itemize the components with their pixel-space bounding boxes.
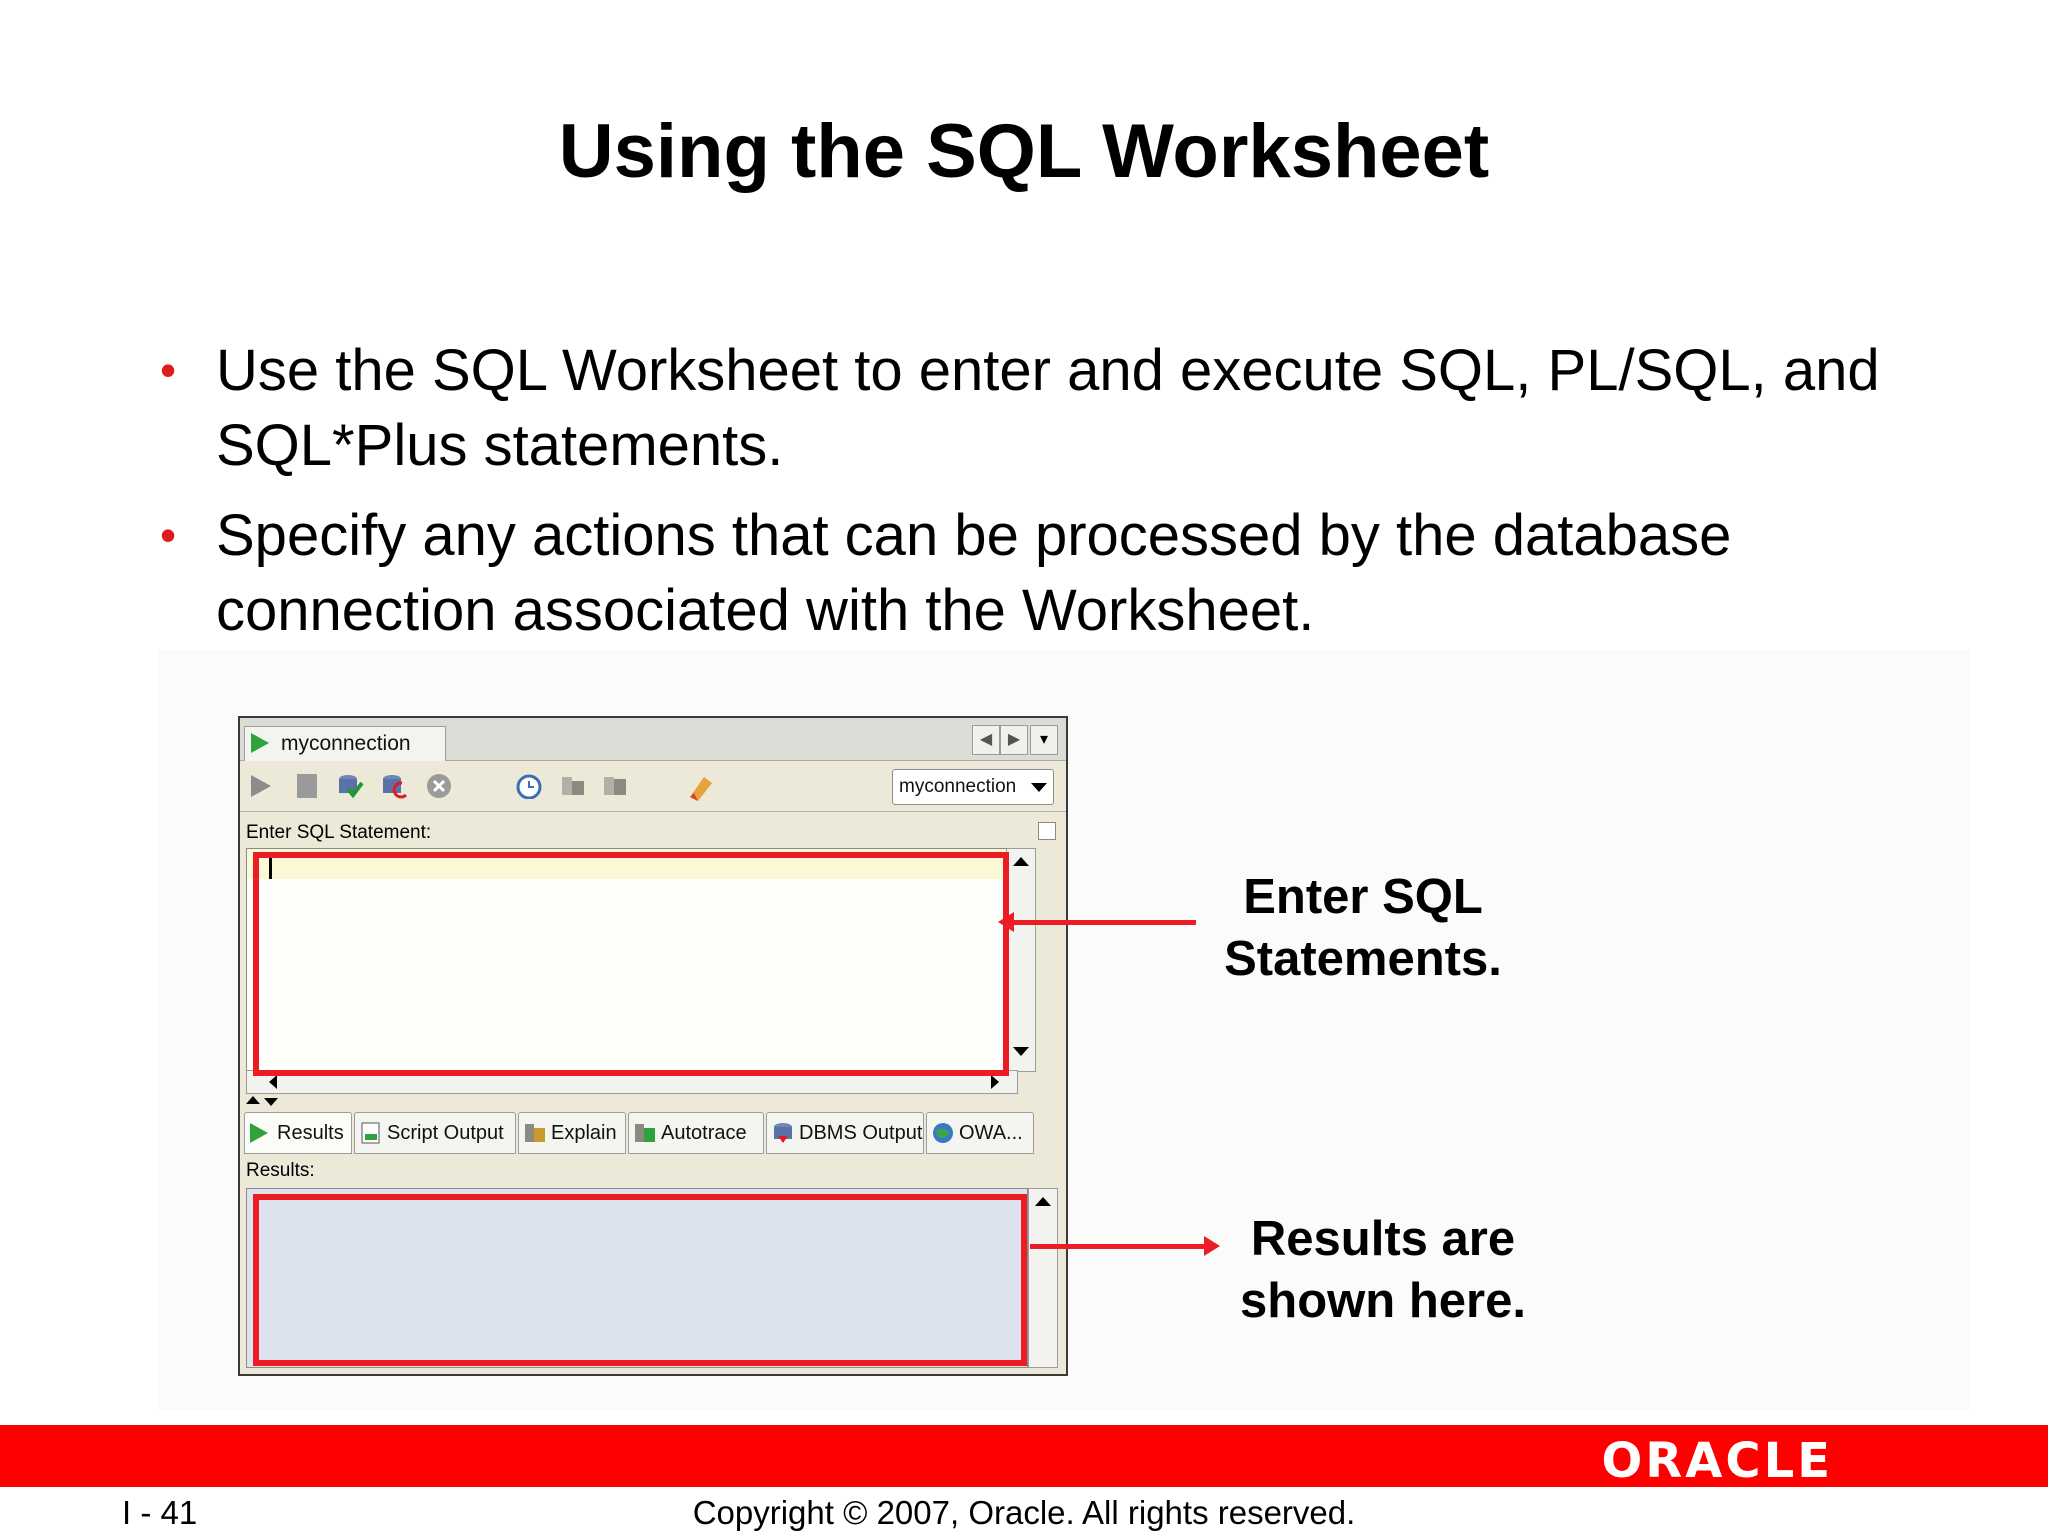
connection-select[interactable]: myconnection xyxy=(892,769,1054,805)
tab-menu-button[interactable]: ▾ xyxy=(1030,725,1058,755)
results-label: Results: xyxy=(246,1160,315,1181)
worksheet-toolbar: myconnection xyxy=(240,761,1066,812)
explain-icon xyxy=(525,1124,545,1142)
tab-label: Autotrace xyxy=(661,1122,747,1144)
tab-label: Explain xyxy=(551,1122,617,1144)
sql-editor-vertical-scrollbar[interactable] xyxy=(1006,848,1036,1072)
results-callout-text: Results are shown here. xyxy=(1240,1212,1526,1328)
tab-label: Results xyxy=(277,1122,344,1144)
oracle-logo: ORACLE xyxy=(1601,1433,1833,1489)
results-tab-strip: Results Script Output Explain Autotrace … xyxy=(244,1112,1062,1156)
sql-statement-checkbox[interactable] xyxy=(1038,822,1056,840)
worksheet-tab-bar: myconnection ◀ ▶ ▾ xyxy=(240,718,1066,761)
footer-bar: ORACLE xyxy=(0,1425,2048,1489)
bullet-item: • Use the SQL Worksheet to enter and exe… xyxy=(160,333,1920,483)
prev-tab-button[interactable]: ◀ xyxy=(972,725,1000,755)
expand-down-icon[interactable] xyxy=(264,1098,278,1106)
run-script-icon[interactable] xyxy=(294,773,320,799)
scroll-right-icon[interactable] xyxy=(991,1075,999,1089)
bullet-dot: • xyxy=(160,344,177,396)
sql-history-icon[interactable] xyxy=(516,773,542,800)
explain-plan-icon[interactable] xyxy=(560,773,586,799)
scroll-left-icon[interactable] xyxy=(269,1075,277,1089)
play-icon xyxy=(251,733,269,753)
bullet-text: Specify any actions that can be processe… xyxy=(216,503,1732,643)
scroll-up-icon[interactable] xyxy=(1013,857,1029,866)
next-tab-button[interactable]: ▶ xyxy=(1000,725,1028,755)
tab-label: Script Output xyxy=(387,1122,504,1144)
scroll-up-icon[interactable] xyxy=(1035,1197,1051,1206)
slide-title: Using the SQL Worksheet xyxy=(558,109,1490,194)
scroll-down-icon[interactable] xyxy=(1013,1047,1029,1056)
sql-area-highlight xyxy=(253,852,1009,1076)
results-area-highlight xyxy=(253,1194,1027,1366)
arrow-left-icon xyxy=(998,912,1014,932)
rollback-icon[interactable] xyxy=(382,773,408,799)
tab-script-output[interactable]: Script Output xyxy=(354,1112,516,1154)
script-output-icon xyxy=(361,1122,380,1144)
tab-label: DBMS Output xyxy=(799,1122,923,1144)
play-icon xyxy=(250,1122,272,1144)
sql-callout-text: Enter SQL Statements. xyxy=(1224,870,1502,986)
tab-results[interactable]: Results xyxy=(244,1112,352,1154)
chevron-down-icon xyxy=(1031,783,1047,792)
autotrace-icon xyxy=(635,1124,655,1142)
globe-icon xyxy=(933,1123,953,1143)
pane-splitter[interactable] xyxy=(246,1096,286,1110)
expand-up-icon[interactable] xyxy=(246,1096,260,1104)
dbms-output-icon xyxy=(774,1123,792,1143)
tab-dbms-output[interactable]: DBMS Output xyxy=(766,1112,924,1154)
clear-icon[interactable] xyxy=(686,773,712,801)
execute-statement-icon[interactable] xyxy=(248,773,274,799)
results-vertical-scrollbar[interactable] xyxy=(1028,1188,1058,1368)
tab-autotrace[interactable]: Autotrace xyxy=(628,1112,764,1154)
cancel-icon[interactable] xyxy=(426,773,452,799)
commit-icon[interactable] xyxy=(338,773,364,799)
autotrace-icon[interactable] xyxy=(602,773,628,799)
copyright-notice: Copyright © 2007, Oracle. All rights res… xyxy=(692,1494,1356,1531)
bullet-dot: • xyxy=(160,509,177,561)
bullet-item: • Specify any actions that can be proces… xyxy=(160,498,1920,648)
tab-myconnection[interactable]: myconnection xyxy=(244,726,446,761)
bullet-text: Use the SQL Worksheet to enter and execu… xyxy=(216,338,1880,478)
sql-statement-label: Enter SQL Statement: xyxy=(246,822,432,843)
tab-owa-output[interactable]: OWA... xyxy=(926,1112,1034,1154)
tab-explain[interactable]: Explain xyxy=(518,1112,626,1154)
connection-select-value: myconnection xyxy=(899,776,1017,797)
tab-label: OWA... xyxy=(959,1122,1023,1144)
tab-label: myconnection xyxy=(281,732,411,755)
